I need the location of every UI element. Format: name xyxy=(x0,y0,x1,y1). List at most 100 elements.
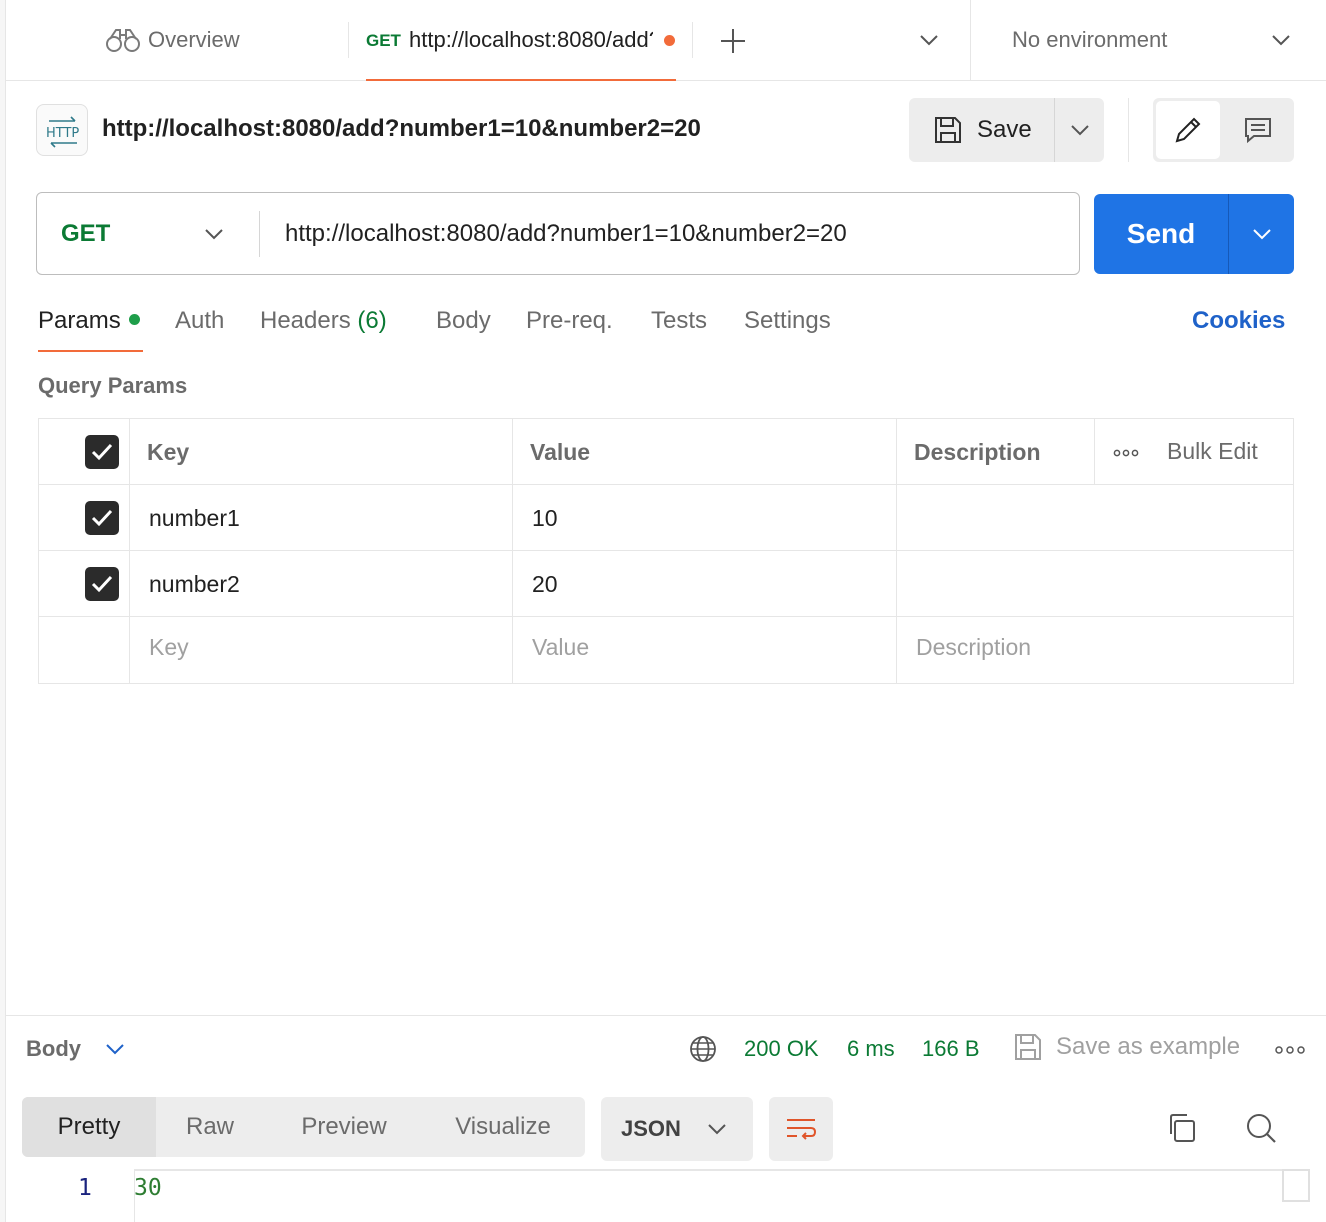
wrap-text-icon xyxy=(787,1119,817,1140)
status-code[interactable]: 200 OK xyxy=(744,1036,819,1062)
tab-prereq[interactable]: Pre-req. xyxy=(526,307,613,335)
row-checkbox[interactable] xyxy=(85,501,119,535)
tab-url: http://localhost:8080/add?number1=10&num… xyxy=(409,27,653,52)
response-body-editor[interactable] xyxy=(134,1169,1310,1222)
chevron-down-icon xyxy=(708,1124,726,1135)
chevron-down-icon[interactable] xyxy=(1270,32,1292,48)
column-divider xyxy=(1094,419,1095,485)
send-options-button[interactable] xyxy=(1229,194,1294,274)
edit-mode-button[interactable] xyxy=(1156,101,1220,159)
column-header-key: Key xyxy=(147,439,190,465)
column-header-description: Description xyxy=(914,439,1041,465)
url-divider xyxy=(259,211,260,257)
save-options-button[interactable] xyxy=(1055,98,1104,162)
response-body-text: 30 xyxy=(134,1175,162,1201)
table-row-new: Key Value Description xyxy=(39,617,1293,683)
request-title[interactable]: http://localhost:8080/add?number1=10&num… xyxy=(102,115,701,143)
save-label: Save xyxy=(977,116,1032,143)
checkmark-icon xyxy=(91,575,113,593)
unsaved-dot xyxy=(664,35,675,46)
chevron-down-icon[interactable] xyxy=(104,1038,126,1060)
query-params-heading: Query Params xyxy=(38,373,188,398)
chevron-down-icon xyxy=(1252,229,1271,240)
environment-selector[interactable]: No environment xyxy=(1012,27,1167,53)
globe-icon[interactable] xyxy=(688,1034,718,1064)
floppy-disk-icon xyxy=(935,117,961,143)
method-selector[interactable]: GET xyxy=(61,220,110,248)
tab-auth[interactable]: Auth xyxy=(175,307,224,335)
wrap-lines-button[interactable] xyxy=(769,1097,833,1161)
tab-headers-label: Headers xyxy=(260,307,351,334)
binoculars-icon xyxy=(106,29,140,52)
tab-body[interactable]: Body xyxy=(436,307,491,335)
param-key[interactable]: number1 xyxy=(149,505,240,532)
new-key-input[interactable]: Key xyxy=(149,634,189,661)
url-input[interactable]: http://localhost:8080/add?number1=10&num… xyxy=(285,220,847,248)
comment-icon xyxy=(1245,118,1271,144)
tab-settings[interactable]: Settings xyxy=(744,307,831,335)
checkmark-icon xyxy=(91,509,113,527)
new-value-input[interactable]: Value xyxy=(532,634,589,661)
line-number: 1 xyxy=(78,1175,92,1201)
plus-icon[interactable] xyxy=(720,28,746,54)
view-raw[interactable]: Raw xyxy=(156,1097,264,1157)
table-row: number2 20 xyxy=(39,551,1293,617)
response-section-label[interactable]: Body xyxy=(26,1036,81,1062)
comments-button[interactable] xyxy=(1225,101,1291,159)
copy-icon[interactable] xyxy=(1166,1112,1198,1144)
cookies-link[interactable]: Cookies xyxy=(1192,307,1285,335)
send-button[interactable]: Send xyxy=(1094,194,1228,274)
select-all-checkbox[interactable] xyxy=(85,435,119,469)
tab-separator xyxy=(692,22,693,58)
tab-params-label: Params xyxy=(38,307,121,334)
view-visualize[interactable]: Visualize xyxy=(436,1097,570,1157)
tab-active-request[interactable]: GET http://localhost:8080/add?number1=10… xyxy=(366,0,676,81)
more-options-icon[interactable] xyxy=(1275,1046,1305,1054)
more-options-icon[interactable] xyxy=(1113,449,1139,457)
chevron-down-icon[interactable] xyxy=(918,32,940,48)
send-group: Send xyxy=(1094,194,1294,274)
format-label: JSON xyxy=(621,1116,681,1141)
editor-scrollbar[interactable] xyxy=(1282,1169,1310,1202)
tab-overview-label: Overview xyxy=(148,27,240,52)
param-value[interactable]: 20 xyxy=(532,571,558,598)
tab-env-divider xyxy=(970,0,971,81)
tab-params[interactable]: Params xyxy=(38,307,140,335)
headers-count: (6) xyxy=(357,307,387,334)
checkmark-icon xyxy=(91,443,113,461)
tab-tests[interactable]: Tests xyxy=(651,307,707,335)
bulk-edit-button[interactable]: Bulk Edit xyxy=(1167,438,1258,465)
param-value[interactable]: 10 xyxy=(532,505,558,532)
tab-params-underline xyxy=(38,350,143,352)
row-checkbox[interactable] xyxy=(85,567,119,601)
table-header-row: Key Value Description Bulk Edit xyxy=(39,419,1293,485)
tab-headers[interactable]: Headers (6) xyxy=(260,307,387,335)
save-group: Save xyxy=(909,98,1104,162)
save-example-icon xyxy=(1015,1034,1041,1060)
response-size[interactable]: 166 B xyxy=(922,1036,980,1062)
tab-bar: Overview GET http://localhost:8080/add?n… xyxy=(6,0,1326,81)
view-preview[interactable]: Preview xyxy=(280,1097,408,1157)
save-button[interactable]: Save xyxy=(909,98,1054,162)
format-selector[interactable]: JSON xyxy=(601,1097,753,1161)
new-description-input[interactable]: Description xyxy=(916,634,1031,661)
response-divider xyxy=(6,1015,1326,1016)
save-as-example-button[interactable]: Save as example xyxy=(1056,1033,1240,1061)
params-active-dot xyxy=(128,314,140,325)
param-key[interactable]: number2 xyxy=(149,571,240,598)
view-pretty[interactable]: Pretty xyxy=(22,1097,156,1157)
response-time[interactable]: 6 ms xyxy=(847,1036,895,1062)
params-table: Key Value Description Bulk Edit number1 … xyxy=(38,418,1294,684)
http-icon: HTTP xyxy=(36,104,88,156)
response-view-tabs: Pretty Raw Preview Visualize xyxy=(22,1097,585,1157)
search-icon[interactable] xyxy=(1245,1112,1277,1144)
pencil-icon xyxy=(1175,117,1201,143)
url-bar: GET http://localhost:8080/add?number1=10… xyxy=(36,192,1080,275)
column-header-value: Value xyxy=(530,439,591,465)
tab-overview[interactable]: Overview xyxy=(106,22,240,58)
tab-method: GET xyxy=(366,31,401,50)
svg-text:HTTP: HTTP xyxy=(46,126,79,141)
chevron-down-icon[interactable] xyxy=(203,221,225,247)
window-frame-left xyxy=(0,0,6,1222)
tab-separator xyxy=(348,22,349,58)
